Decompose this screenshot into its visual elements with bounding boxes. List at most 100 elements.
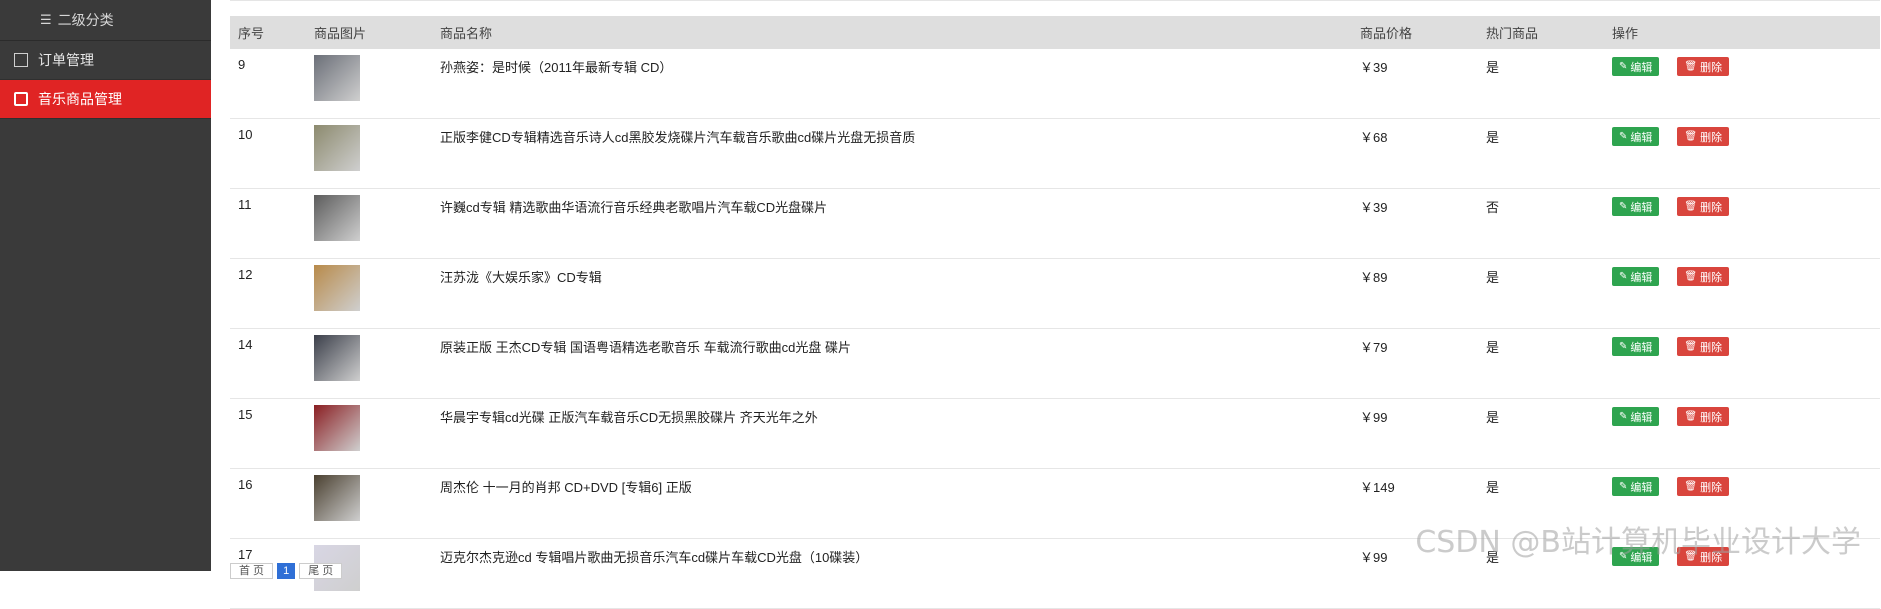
- row-price: ￥89: [1352, 258, 1478, 329]
- sidebar-item-label: 订单管理: [38, 52, 94, 68]
- table-row: 15 华晨宇专辑cd光碟 正版汽车载音乐CD无损黑胶碟片 齐天光年之外 ￥99 是 ✎ 编…: [230, 398, 1880, 469]
- edit-icon: ✎: [1619, 271, 1628, 282]
- edit-button[interactable]: ✎ 编辑: [1612, 407, 1660, 426]
- product-thumbnail[interactable]: [314, 475, 360, 521]
- row-thumbnail-cell: [306, 398, 432, 469]
- row-actions: ✎ 编辑 🗑 删除: [1604, 258, 1880, 329]
- trash-icon: 🗑: [1684, 481, 1698, 492]
- row-actions: ✎ 编辑 🗑 删除: [1604, 49, 1880, 119]
- table-row: 14 原装正版 王杰CD专辑 国语粤语精选老歌音乐 车载流行歌曲cd光盘 碟片 ￥7…: [230, 328, 1880, 399]
- row-price: ￥99: [1352, 398, 1478, 469]
- row-name: 原装正版 王杰CD专辑 国语粤语精选老歌音乐 车载流行歌曲cd光盘 碟片: [432, 328, 1352, 399]
- row-price: ￥68: [1352, 118, 1478, 189]
- trash-icon: 🗑: [1684, 271, 1698, 282]
- sidebar-subcategory-label: 二级分类: [57, 12, 114, 28]
- table-header-row: 序号 商品图片 商品名称 商品价格 热门商品 操作: [230, 16, 1880, 49]
- delete-label: 删除: [1700, 131, 1723, 144]
- watermark: CSDN @B站计算机毕业设计大学: [1415, 525, 1861, 560]
- edit-icon: ✎: [1619, 201, 1628, 212]
- edit-button[interactable]: ✎ 编辑: [1612, 337, 1660, 356]
- row-hot: 是: [1478, 49, 1604, 119]
- delete-label: 删除: [1700, 201, 1723, 214]
- col-header-actions: 操作: [1604, 16, 1880, 49]
- row-name: 许巍cd专辑 精选歌曲华语流行音乐经典老歌唱片汽车载CD光盘碟片: [432, 188, 1352, 259]
- edit-icon: ✎: [1619, 131, 1628, 142]
- sidebar-item-orders[interactable]: 订单管理: [0, 41, 211, 80]
- delete-label: 删除: [1700, 341, 1723, 354]
- delete-button[interactable]: 🗑 删除: [1677, 57, 1730, 76]
- edit-icon: ✎: [1619, 341, 1628, 352]
- col-header-image: 商品图片: [306, 16, 432, 49]
- edit-button[interactable]: ✎ 编辑: [1612, 57, 1660, 76]
- row-id: 16: [230, 468, 306, 539]
- row-id: 14: [230, 328, 306, 399]
- edit-button[interactable]: ✎ 编辑: [1612, 197, 1660, 216]
- sidebar: ☰ 二级分类 订单管理 音乐商品管理: [0, 0, 211, 571]
- row-actions: ✎ 编辑 🗑 删除: [1604, 328, 1880, 399]
- delete-button[interactable]: 🗑 删除: [1677, 127, 1730, 146]
- edit-label: 编辑: [1630, 411, 1653, 424]
- row-thumbnail-cell: [306, 468, 432, 539]
- trash-icon: 🗑: [1684, 411, 1698, 422]
- row-id: 9: [230, 49, 306, 119]
- edit-label: 编辑: [1630, 131, 1653, 144]
- current-page[interactable]: 1: [277, 563, 296, 579]
- row-thumbnail-cell: [306, 49, 432, 119]
- sidebar-item-label: 音乐商品管理: [38, 91, 122, 107]
- product-thumbnail[interactable]: [314, 405, 360, 451]
- product-thumbnail[interactable]: [314, 265, 360, 311]
- delete-button[interactable]: 🗑 删除: [1677, 477, 1730, 496]
- main-content: 序号 商品图片 商品名称 商品价格 热门商品 操作 9 孙燕姿：是时候（2011年…: [211, 0, 1881, 609]
- col-header-name: 商品名称: [432, 16, 1352, 49]
- row-price: ￥39: [1352, 188, 1478, 259]
- delete-label: 删除: [1700, 271, 1723, 284]
- sidebar-subcategory[interactable]: ☰ 二级分类: [0, 0, 211, 41]
- trash-icon: 🗑: [1684, 61, 1698, 72]
- edit-button[interactable]: ✎ 编辑: [1612, 267, 1660, 286]
- row-thumbnail-cell: [306, 258, 432, 329]
- sidebar-item-music-products[interactable]: 音乐商品管理: [0, 80, 211, 119]
- first-page-button[interactable]: 首 页: [230, 563, 274, 579]
- delete-label: 删除: [1700, 411, 1723, 424]
- product-thumbnail[interactable]: [314, 55, 360, 101]
- col-header-price: 商品价格: [1352, 16, 1478, 49]
- row-thumbnail-cell: [306, 188, 432, 259]
- row-hot: 否: [1478, 188, 1604, 259]
- top-divider: [230, 0, 1880, 1]
- last-page-button[interactable]: 尾 页: [299, 563, 343, 579]
- edit-label: 编辑: [1630, 201, 1653, 214]
- edit-icon: ✎: [1619, 411, 1628, 422]
- edit-label: 编辑: [1630, 481, 1653, 494]
- edit-button[interactable]: ✎ 编辑: [1612, 127, 1660, 146]
- edit-label: 编辑: [1630, 271, 1653, 284]
- row-thumbnail-cell: [306, 328, 432, 399]
- row-id: 11: [230, 188, 306, 259]
- product-thumbnail[interactable]: [314, 335, 360, 381]
- row-name: 正版李健CD专辑精选音乐诗人cd黑胶发烧碟片汽车载音乐歌曲cd碟片光盘无损音质: [432, 118, 1352, 189]
- delete-button[interactable]: 🗑 删除: [1677, 407, 1730, 426]
- edit-icon: ✎: [1619, 61, 1628, 72]
- delete-button[interactable]: 🗑 删除: [1677, 337, 1730, 356]
- product-thumbnail[interactable]: [314, 195, 360, 241]
- row-id: 10: [230, 118, 306, 189]
- trash-icon: 🗑: [1684, 131, 1698, 142]
- row-id: 12: [230, 258, 306, 329]
- delete-button[interactable]: 🗑 删除: [1677, 267, 1730, 286]
- edit-button[interactable]: ✎ 编辑: [1612, 477, 1660, 496]
- col-header-id: 序号: [230, 16, 306, 49]
- table-row: 10 正版李健CD专辑精选音乐诗人cd黑胶发烧碟片汽车载音乐歌曲cd碟片光盘无损音…: [230, 118, 1880, 189]
- delete-label: 删除: [1700, 481, 1723, 494]
- row-thumbnail-cell: [306, 118, 432, 189]
- row-name: 迈克尔杰克逊cd 专辑唱片歌曲无损音乐汽车cd碟片车载CD光盘（10碟装）: [432, 538, 1352, 609]
- row-hot: 是: [1478, 258, 1604, 329]
- edit-icon: ✎: [1619, 481, 1628, 492]
- row-name: 周杰伦 十一月的肖邦 CD+DVD [专辑6] 正版: [432, 468, 1352, 539]
- trash-icon: 🗑: [1684, 201, 1698, 212]
- trash-icon: 🗑: [1684, 341, 1698, 352]
- row-price: ￥39: [1352, 49, 1478, 119]
- product-thumbnail[interactable]: [314, 125, 360, 171]
- table-row: 12 汪苏泷《大娱乐家》CD专辑 ￥89 是 ✎ 编辑 🗑 删除: [230, 258, 1880, 329]
- edit-label: 编辑: [1630, 61, 1653, 74]
- table-row: 9 孙燕姿：是时候（2011年最新专辑 CD） ￥39 是 ✎ 编辑 🗑 删除: [230, 49, 1880, 119]
- delete-button[interactable]: 🗑 删除: [1677, 197, 1730, 216]
